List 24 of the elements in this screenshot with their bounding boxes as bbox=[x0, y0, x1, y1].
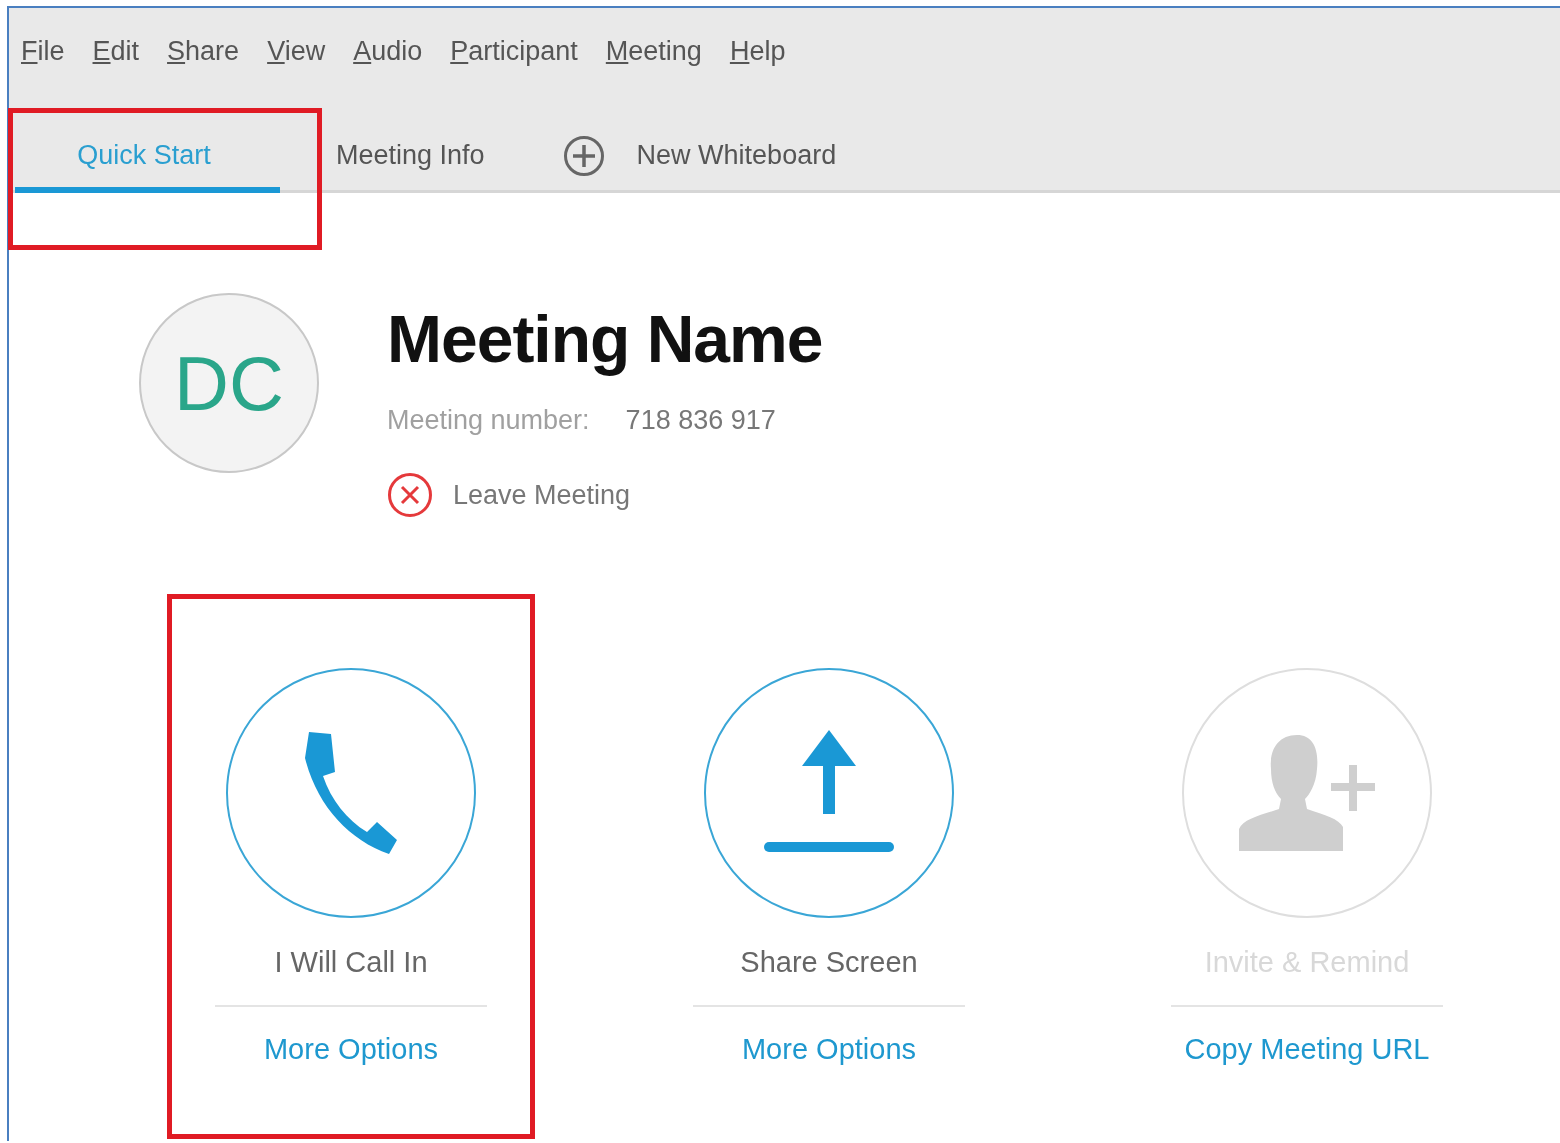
action-label: Share Screen bbox=[740, 946, 918, 979]
menu-item[interactable]: Edit bbox=[92, 36, 140, 70]
close-icon[interactable] bbox=[387, 472, 433, 518]
meeting-title: Meeting Name bbox=[387, 301, 823, 377]
meeting-number-label: Meeting number: bbox=[387, 405, 590, 436]
menu-item[interactable]: Share bbox=[167, 36, 240, 70]
leave-meeting-link[interactable]: Leave Meeting bbox=[453, 479, 631, 511]
action-button[interactable] bbox=[226, 668, 476, 918]
menu-item[interactable]: Audio bbox=[353, 36, 423, 70]
avatar: DC bbox=[139, 293, 319, 473]
menu-item[interactable]: View bbox=[267, 36, 326, 70]
add-person-icon bbox=[1239, 735, 1375, 851]
menu-item[interactable]: Participant bbox=[450, 36, 578, 70]
tab[interactable]: New Whiteboard bbox=[551, 108, 848, 250]
menu-item[interactable]: File bbox=[21, 36, 65, 70]
action-button[interactable] bbox=[704, 668, 954, 918]
menu-item[interactable]: Meeting bbox=[605, 36, 702, 70]
meeting-number: 718 836 917 bbox=[625, 405, 776, 436]
add-icon bbox=[562, 135, 605, 177]
action-label: I Will Call In bbox=[274, 946, 428, 979]
tab[interactable]: Meeting Info bbox=[325, 108, 496, 250]
action-link[interactable]: More Options bbox=[741, 1033, 917, 1066]
action-link[interactable]: More Options bbox=[263, 1033, 439, 1066]
menu-item[interactable]: Help bbox=[729, 36, 786, 70]
